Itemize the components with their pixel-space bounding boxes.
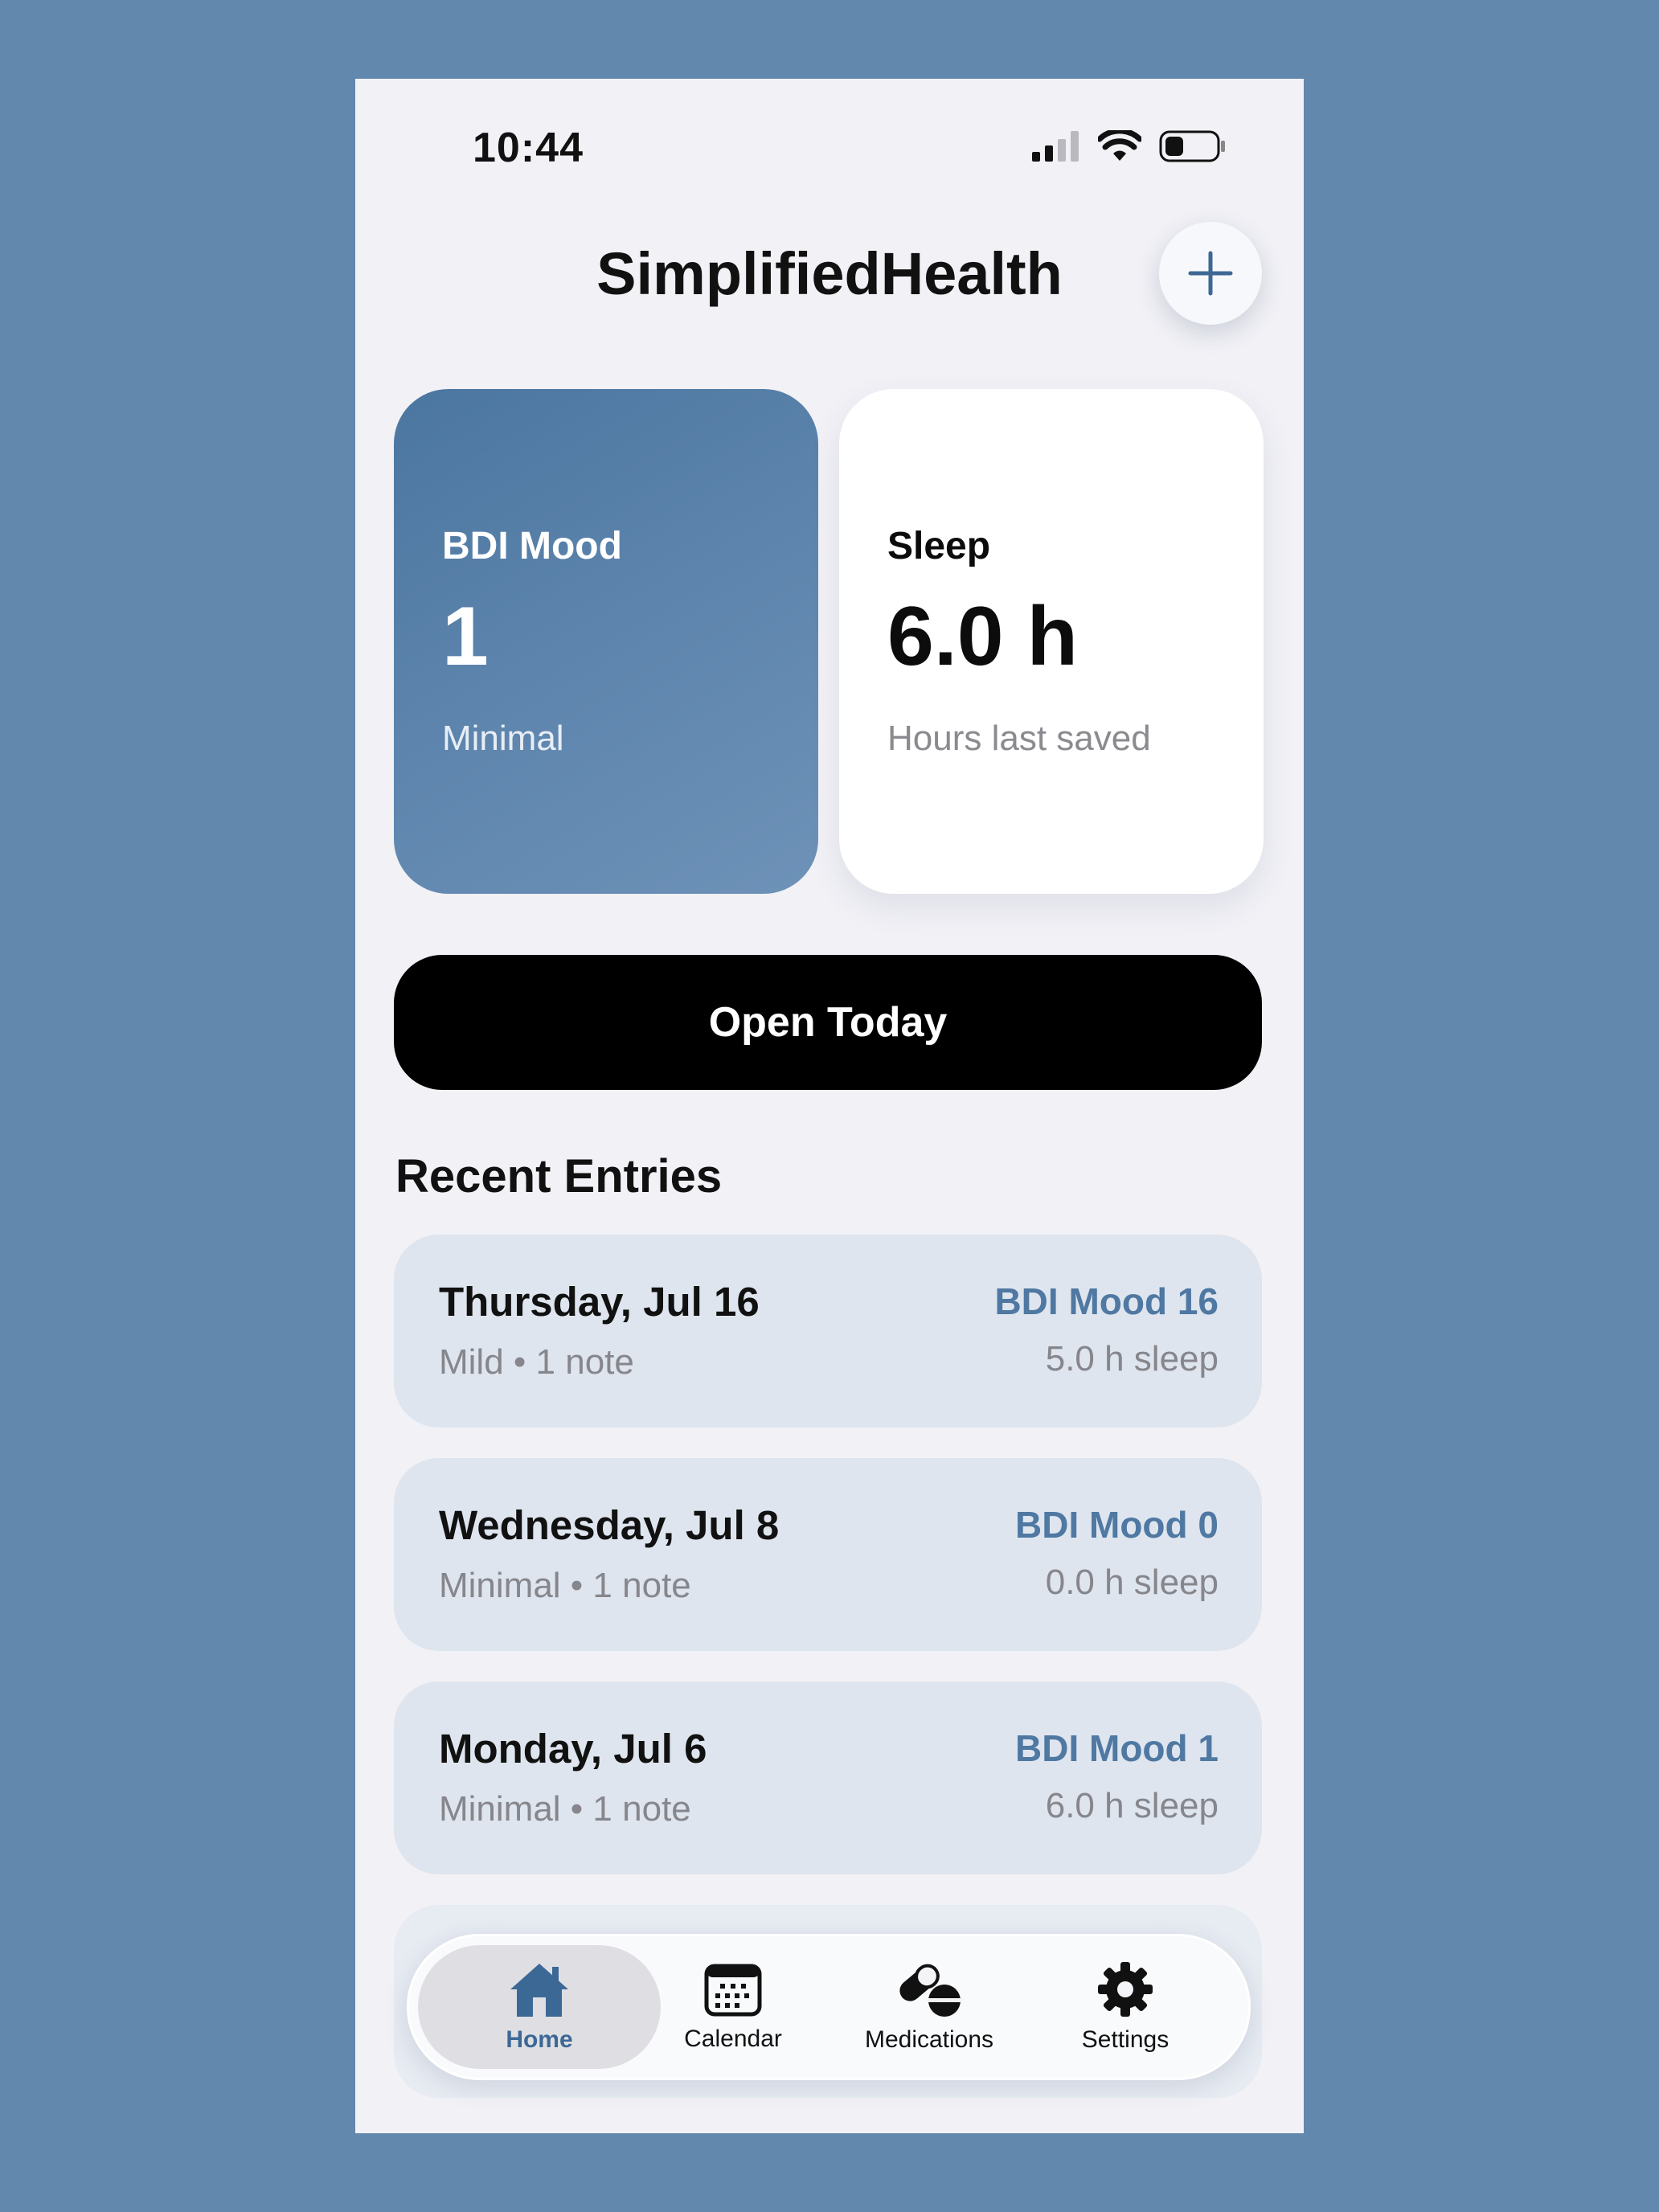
tab-medications-label: Medications [864,2026,994,2053]
entry-sleep: 6.0 h sleep [1045,1786,1219,1825]
entry-sleep: 5.0 h sleep [1045,1339,1219,1378]
entry-row[interactable]: Wednesday, Jul 8 Minimal • 1 note BDI Mo… [394,1458,1262,1651]
signal-icon [1032,131,1079,162]
mood-card-value: 1 [442,590,489,683]
phone-screen: 10:44 SimplifiedHealth BDI Mood 1 Minima… [355,79,1304,2133]
add-entry-button[interactable] [1159,222,1262,325]
status-icons [1030,130,1227,162]
tab-settings[interactable]: Settings [1029,1934,1222,2080]
entry-row[interactable]: Thursday, Jul 16 Mild • 1 note BDI Mood … [394,1235,1262,1428]
entry-date: Monday, Jul 6 [439,1726,707,1772]
entry-meta: Minimal • 1 note [439,1566,691,1605]
house-icon [510,1964,568,2017]
sleep-card-label: Sleep [887,525,991,567]
pills-icon [899,1964,962,2017]
gear-icon [1098,1962,1153,2017]
recent-entries-title: Recent Entries [395,1150,723,1202]
entry-mood: BDI Mood 0 [1015,1504,1219,1546]
entry-date: Wednesday, Jul 8 [439,1502,780,1548]
entry-meta: Minimal • 1 note [439,1789,691,1829]
sleep-card-value: 6.0 h [887,590,1078,683]
tab-home-label: Home [506,2026,573,2053]
tab-home[interactable]: Home [443,1934,636,2080]
status-time: 10:44 [473,125,584,171]
entry-sleep: 0.0 h sleep [1045,1563,1219,1602]
mood-card[interactable]: BDI Mood 1 Minimal [394,389,818,894]
entry-date: Thursday, Jul 16 [439,1279,760,1325]
calendar-icon [704,1964,762,2017]
sleep-card[interactable]: Sleep 6.0 h Hours last saved [839,389,1264,894]
wifi-icon [1098,130,1141,161]
entry-mood: BDI Mood 16 [994,1280,1219,1322]
tab-calendar-label: Calendar [684,2026,782,2052]
entry-row[interactable]: Monday, Jul 6 Minimal • 1 note BDI Mood … [394,1682,1262,1874]
entry-mood: BDI Mood 1 [1015,1727,1219,1769]
tab-calendar[interactable]: Calendar [637,1934,830,2080]
mood-card-label: BDI Mood [442,525,622,567]
battery-icon [1159,130,1225,162]
plus-icon [1188,251,1233,296]
tab-settings-label: Settings [1081,2026,1169,2053]
mood-card-caption: Minimal [442,719,564,758]
entry-meta: Mild • 1 note [439,1342,634,1382]
tab-medications[interactable]: Medications [833,1934,1026,2080]
open-today-button[interactable]: Open Today [394,955,1262,1090]
sleep-card-caption: Hours last saved [887,719,1151,758]
tab-bar: Home Calendar Medications Settings [407,1934,1251,2080]
